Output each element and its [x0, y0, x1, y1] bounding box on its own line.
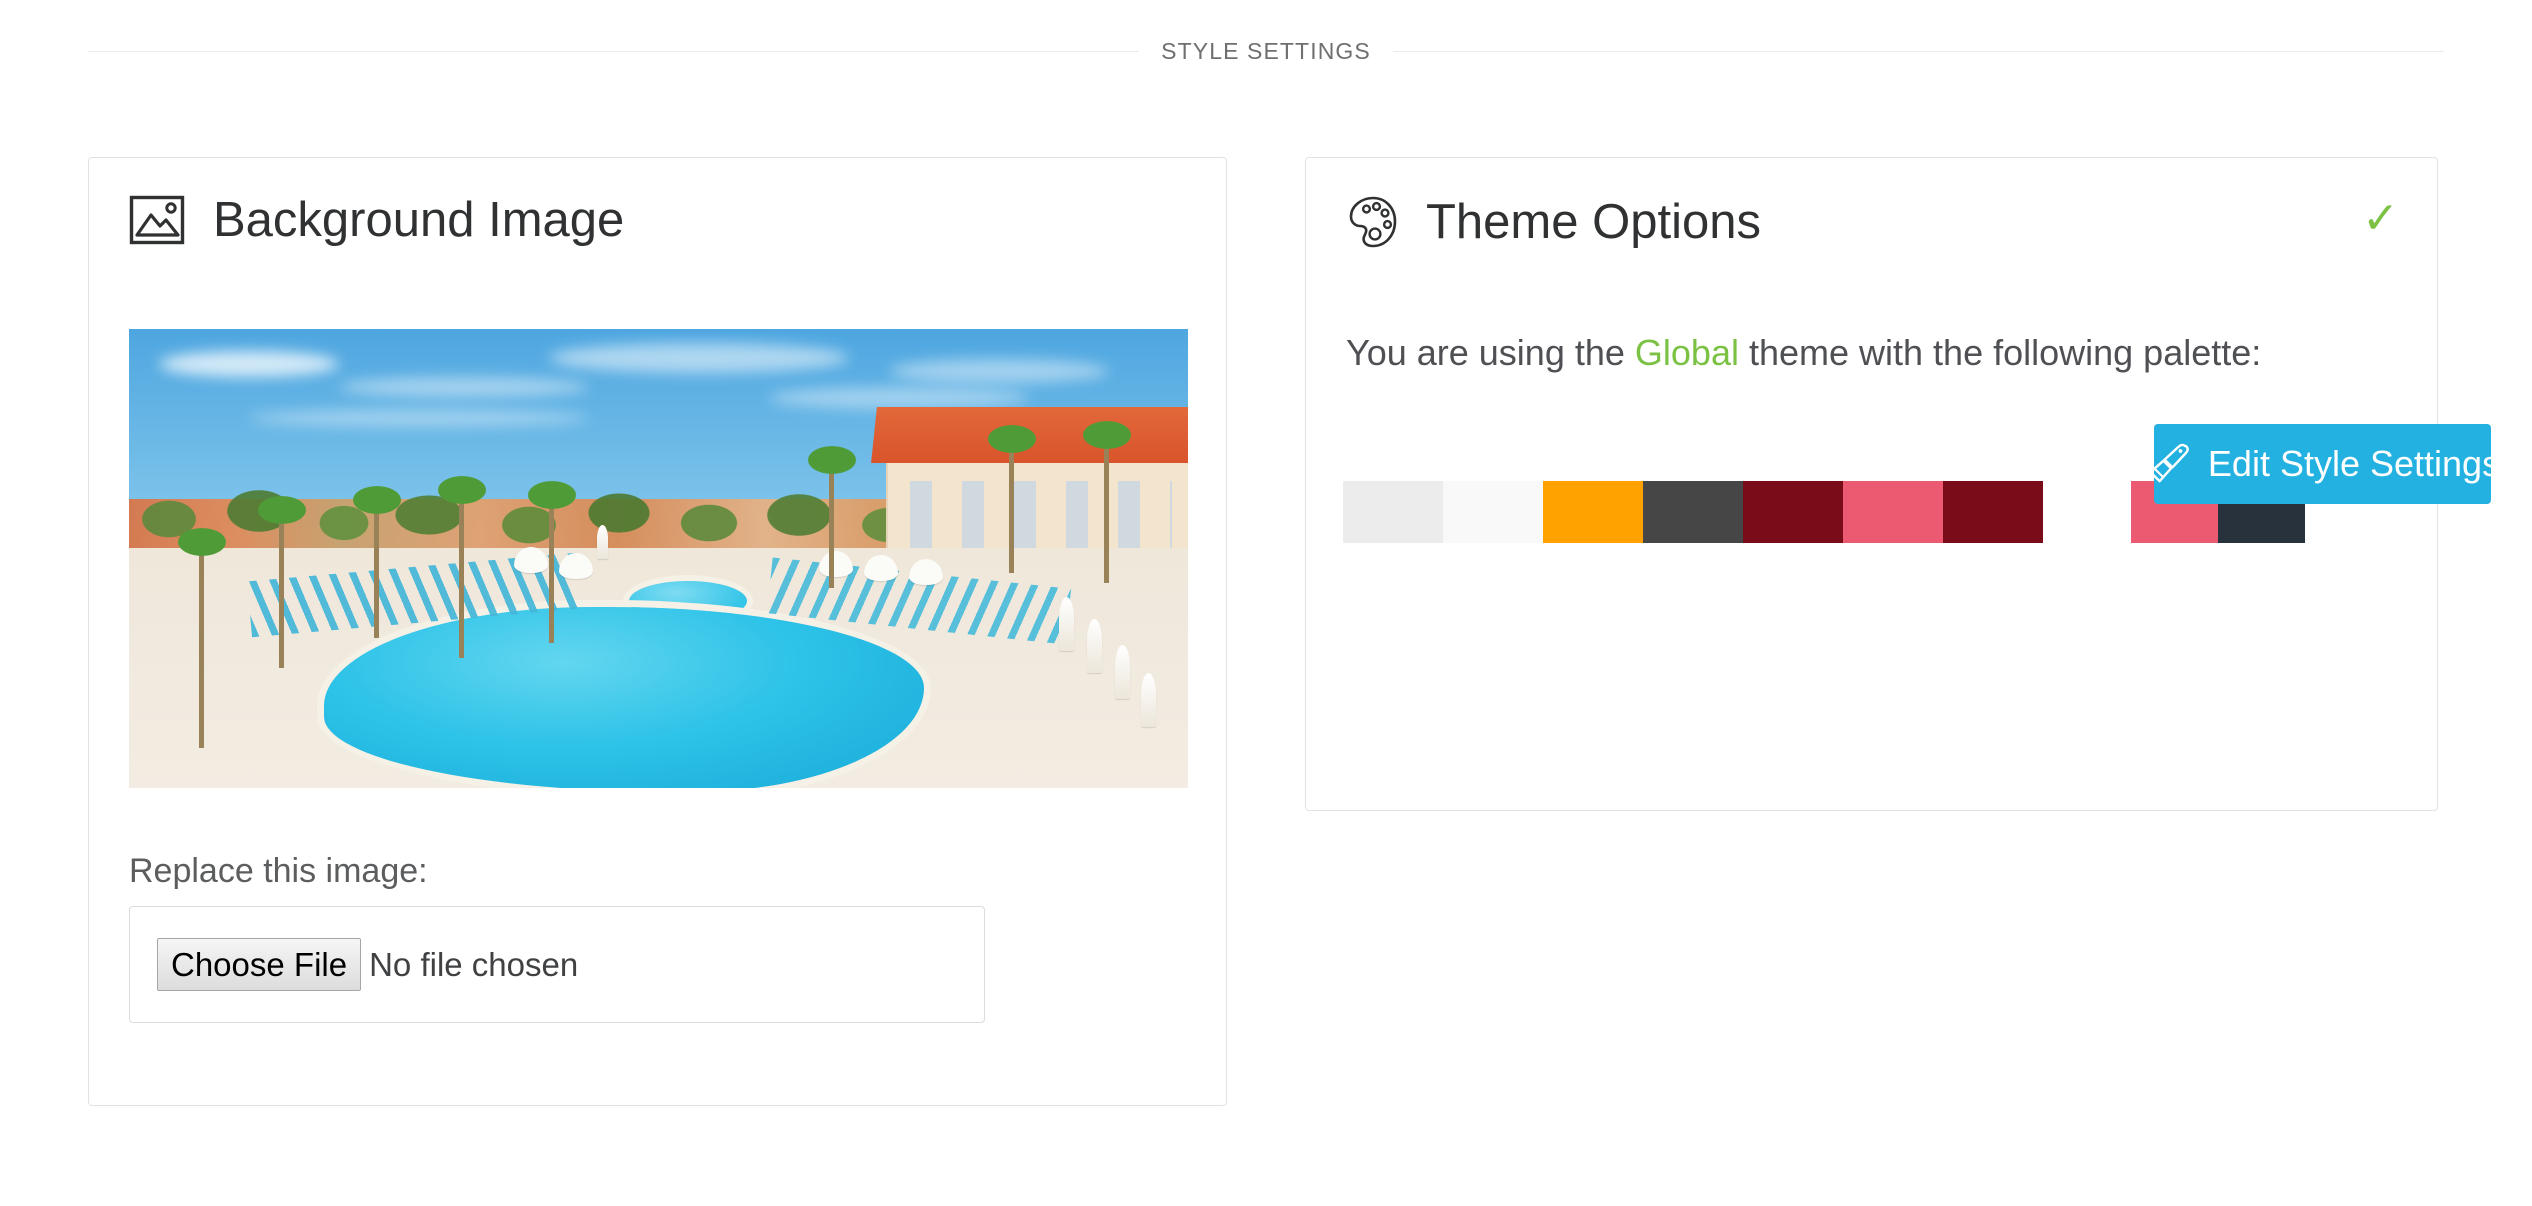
check-icon: ✓: [2362, 194, 2399, 243]
palette-swatch: [1843, 481, 1943, 543]
theme-options-card: Theme Options ✓ You are using the Global…: [1305, 157, 2500, 811]
background-image-title: Background Image: [213, 192, 625, 247]
file-input[interactable]: Choose File No file chosen: [129, 906, 985, 1023]
background-image-card-header: Background Image: [129, 195, 1226, 245]
theme-name: Global: [1634, 332, 1739, 373]
theme-description: You are using the Global theme with the …: [1346, 330, 2346, 376]
file-status-text: No file chosen: [369, 945, 579, 983]
palette-swatch: [1543, 481, 1643, 543]
page-title: STYLE SETTINGS: [1161, 38, 1371, 64]
paintbrush-icon: [2145, 441, 2191, 487]
edit-style-settings-label: Edit Style Settings: [2207, 443, 2501, 484]
theme-options-title: Theme Options: [1426, 194, 1761, 249]
header-rule-left: [88, 51, 1140, 52]
palette-swatch: [1643, 481, 1743, 543]
section-header: STYLE SETTINGS: [0, 38, 2532, 65]
choose-file-button[interactable]: Choose File: [157, 938, 362, 991]
image-icon: [129, 195, 185, 245]
edit-style-settings-button[interactable]: Edit Style Settings: [2149, 424, 2500, 504]
theme-options-card-header: Theme Options ✓: [1346, 195, 2399, 249]
background-image-card: Background Image Replace this image: Cho…: [88, 157, 1227, 1106]
resort-pool-photo: [129, 329, 1188, 788]
background-image-preview: [129, 329, 1188, 788]
palette-swatch: [1743, 481, 1843, 543]
header-rule-right: [1392, 51, 2445, 52]
palette-swatch: [1443, 481, 1543, 543]
theme-description-suffix: theme with the following palette:: [1738, 332, 2262, 373]
palette-icon: [1346, 195, 1398, 249]
palette-swatch: [1343, 481, 1443, 543]
theme-description-prefix: You are using the: [1346, 332, 1635, 373]
palette-group-primary: [1343, 481, 2043, 543]
replace-image-label: Replace this image:: [129, 852, 428, 890]
palette-swatch: [1943, 481, 2043, 543]
